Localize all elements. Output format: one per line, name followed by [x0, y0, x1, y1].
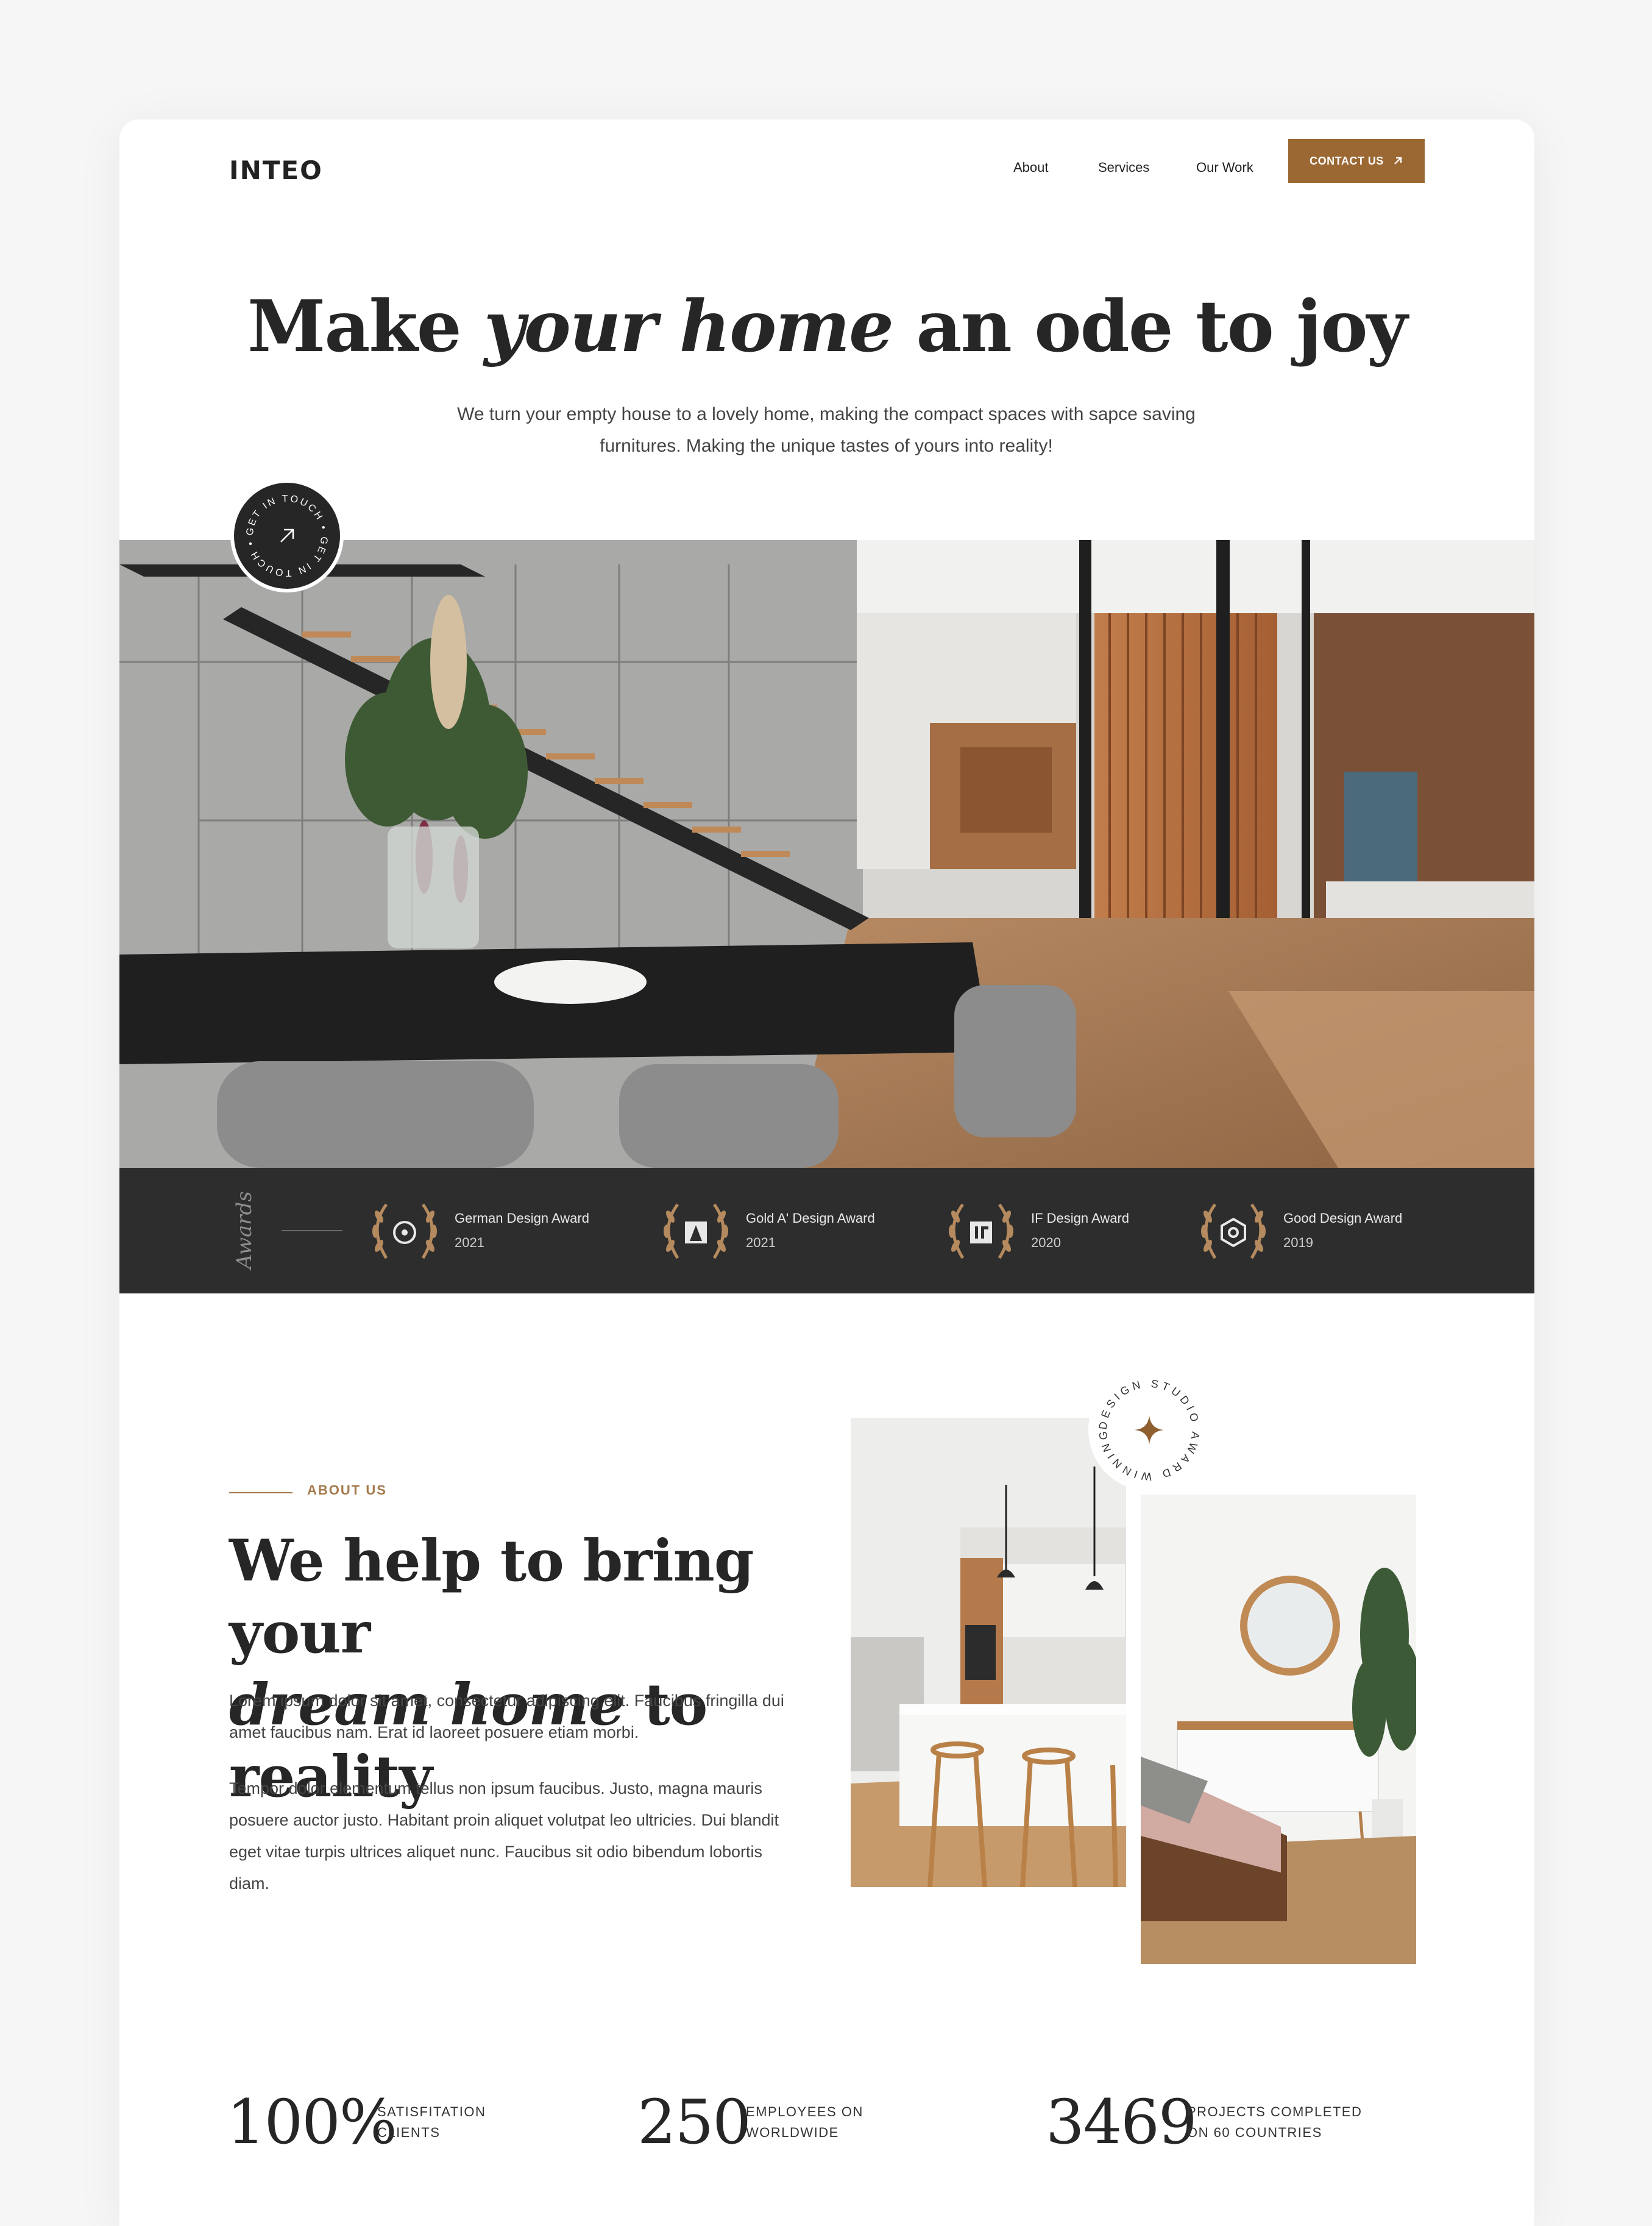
about-tag: ABOUT US	[307, 1482, 387, 1498]
about-title: We help to bring your dream home to real…	[229, 1527, 754, 1810]
hero-interior-photo	[119, 540, 1534, 1168]
stat-value: 250	[637, 2086, 751, 2158]
awards-bar: Awards German Design Award 2021 Gold A' …	[119, 1168, 1534, 1293]
award-name: IF Design Award	[1031, 1211, 1130, 1226]
about-tag-line	[229, 1492, 292, 1493]
awards-divider	[282, 1230, 342, 1231]
award-year: 2021	[455, 1235, 484, 1250]
award-name: German Design Award	[455, 1211, 589, 1226]
nav-our-work[interactable]: Our Work	[1196, 145, 1253, 190]
hero-subtitle: We turn your empty house to a lovely hom…	[457, 404, 1196, 456]
hero-title-emphasis: your home	[484, 285, 894, 368]
get-in-touch-badge[interactable]: GET IN TOUCH • GET IN TOUCH •	[230, 479, 344, 592]
hero-title: Make your home an ode to joy	[247, 285, 1408, 368]
arrow-up-right-icon	[280, 528, 294, 542]
bedroom-photo	[1141, 1495, 1416, 1964]
arrow-up-right-icon	[1394, 157, 1402, 165]
laurel-if-icon	[949, 1203, 1013, 1259]
nav-about[interactable]: About	[1013, 145, 1049, 190]
stat-label: EMPLOYEES ON WORLDWIDE	[746, 2104, 863, 2140]
about-paragraph-2: Tempor dolor elementum tellus non ipsum …	[229, 1779, 779, 1893]
laurel-medal-icon	[372, 1203, 437, 1259]
stat-value: 100%	[227, 2086, 397, 2158]
stat-label: PROJECTS COMPLETED ON 60 COUNTRIES	[1187, 2104, 1363, 2140]
award-year: 2020	[1031, 1235, 1061, 1250]
stat-label: SATISFITATION CLIENTS	[377, 2104, 486, 2140]
award-name: Gold A' Design Award	[746, 1211, 875, 1226]
award-name: Good Design Award	[1283, 1211, 1403, 1226]
about-paragraph-1: Lorem ipsum dolor sit amet, consectetur …	[229, 1691, 784, 1741]
laurel-a-design-icon	[664, 1203, 728, 1259]
page-card: INTEO About Services Our Work CONTACT US…	[119, 119, 1534, 2226]
contact-us-button[interactable]: CONTACT US	[1288, 139, 1425, 183]
contact-us-label: CONTACT US	[1310, 154, 1384, 167]
nav-services[interactable]: Services	[1098, 145, 1149, 190]
awards-label: Awards	[232, 1192, 257, 1271]
award-winning-badge: DESIGN STUDIO AWARD WINNING	[1082, 1363, 1216, 1497]
logo[interactable]: INTEO	[229, 145, 323, 196]
svg-text:Awards: Awards	[232, 1192, 257, 1271]
laurel-good-design-icon	[1201, 1203, 1266, 1259]
award-year: 2019	[1283, 1235, 1313, 1250]
award-year: 2021	[746, 1235, 776, 1250]
stat-value: 3469	[1046, 2086, 1197, 2158]
